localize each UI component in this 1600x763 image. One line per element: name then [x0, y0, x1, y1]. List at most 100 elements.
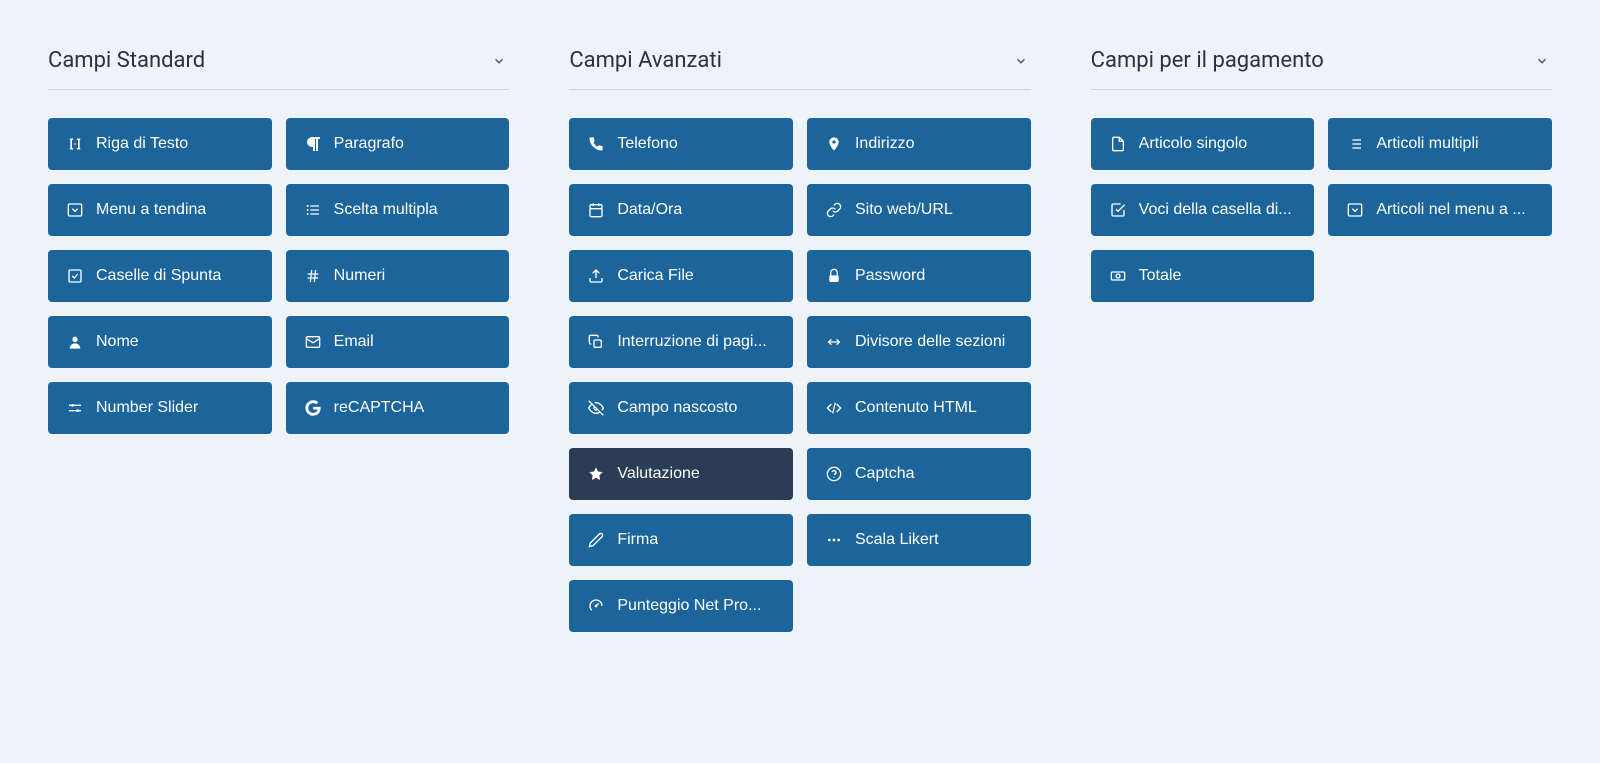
- star-icon: [587, 465, 605, 483]
- payment-fields-column: Campi per il pagamento Articolo singoloA…: [1091, 48, 1552, 632]
- rating-field[interactable]: Valutazione: [569, 448, 793, 500]
- field-button-label: Articoli multipli: [1376, 135, 1478, 153]
- checkbox-items-field[interactable]: Voci della casella di...: [1091, 184, 1315, 236]
- field-button-label: Menu a tendina: [96, 201, 206, 219]
- field-button-label: Data/Ora: [617, 201, 682, 219]
- field-button-label: Indirizzo: [855, 135, 915, 153]
- number-slider-field[interactable]: Number Slider: [48, 382, 272, 434]
- likert-field[interactable]: Scala Likert: [807, 514, 1031, 566]
- field-button-label: Scala Likert: [855, 531, 939, 549]
- password-field[interactable]: Password: [807, 250, 1031, 302]
- name-field[interactable]: Nome: [48, 316, 272, 368]
- field-button-label: Number Slider: [96, 399, 198, 417]
- nps-field[interactable]: Punteggio Net Pro...: [569, 580, 793, 632]
- field-button-label: Password: [855, 267, 925, 285]
- section-divider-field[interactable]: Divisore delle sezioni: [807, 316, 1031, 368]
- field-button-label: Contenuto HTML: [855, 399, 977, 417]
- field-button-label: Numeri: [334, 267, 386, 285]
- payment-header[interactable]: Campi per il pagamento: [1091, 48, 1552, 90]
- recaptcha-field[interactable]: reCAPTCHA: [286, 382, 510, 434]
- eye-slash-icon: [587, 399, 605, 417]
- checkbox-icon: [66, 267, 84, 285]
- field-button-label: Paragrafo: [334, 135, 404, 153]
- chevron-down-icon: [489, 51, 509, 71]
- address-field[interactable]: Indirizzo: [807, 118, 1031, 170]
- calendar-icon: [587, 201, 605, 219]
- field-button-label: Valutazione: [617, 465, 699, 483]
- advanced-fields-column: Campi Avanzati Telefono Indirizzo Data/Ora…: [569, 48, 1030, 632]
- captcha-field[interactable]: Captcha: [807, 448, 1031, 500]
- payment-title: Campi per il pagamento: [1091, 48, 1324, 73]
- field-button-label: Divisore delle sezioni: [855, 333, 1005, 351]
- upload-icon: [587, 267, 605, 285]
- dropdown-items-field[interactable]: Articoli nel menu a ...: [1328, 184, 1552, 236]
- gauge-icon: [587, 597, 605, 615]
- field-button-label: Campo nascosto: [617, 399, 737, 417]
- field-button-label: Interruzione di pagi...: [617, 333, 766, 351]
- html-content-field[interactable]: Contenuto HTML: [807, 382, 1031, 434]
- check-square-icon: [1109, 201, 1127, 219]
- field-picker-container: Campi Standard Riga di Testo Paragrafo Men…: [48, 48, 1552, 632]
- standard-title: Campi Standard: [48, 48, 205, 73]
- arrows-h-icon: [825, 333, 843, 351]
- field-button-label: Caselle di Spunta: [96, 267, 221, 285]
- signature-field[interactable]: Firma: [569, 514, 793, 566]
- payment-button-grid: Articolo singolo Articoli multipli Voci de…: [1091, 118, 1552, 302]
- field-button-label: Telefono: [617, 135, 678, 153]
- user-icon: [66, 333, 84, 351]
- link-icon: [825, 201, 843, 219]
- field-button-label: Punteggio Net Pro...: [617, 597, 761, 615]
- field-button-label: Scelta multipla: [334, 201, 438, 219]
- standard-header[interactable]: Campi Standard: [48, 48, 509, 90]
- date-time-field[interactable]: Data/Ora: [569, 184, 793, 236]
- chevron-down-icon: [1011, 51, 1031, 71]
- dropdown-square-icon: [1346, 201, 1364, 219]
- copy-icon: [587, 333, 605, 351]
- question-icon: [825, 465, 843, 483]
- field-button-label: Captcha: [855, 465, 915, 483]
- field-button-label: Carica File: [617, 267, 693, 285]
- envelope-icon: [304, 333, 322, 351]
- paragraph-field[interactable]: Paragrafo: [286, 118, 510, 170]
- ellipsis-icon: [825, 531, 843, 549]
- checkbox-field[interactable]: Caselle di Spunta: [48, 250, 272, 302]
- field-button-label: Voci della casella di...: [1139, 201, 1292, 219]
- hidden-field[interactable]: Campo nascosto: [569, 382, 793, 434]
- advanced-button-grid: Telefono Indirizzo Data/Ora Sito web/URL Car…: [569, 118, 1030, 632]
- dropdown-icon: [66, 201, 84, 219]
- field-button-label: Totale: [1139, 267, 1182, 285]
- paragraph-icon: [304, 135, 322, 153]
- field-button-label: Email: [334, 333, 374, 351]
- field-button-label: Articolo singolo: [1139, 135, 1248, 153]
- url-field[interactable]: Sito web/URL: [807, 184, 1031, 236]
- pencil-icon: [587, 531, 605, 549]
- numbers-field[interactable]: Numeri: [286, 250, 510, 302]
- single-item-field[interactable]: Articolo singolo: [1091, 118, 1315, 170]
- standard-fields-column: Campi Standard Riga di Testo Paragrafo Men…: [48, 48, 509, 632]
- field-button-label: Riga di Testo: [96, 135, 188, 153]
- list-icon: [304, 201, 322, 219]
- phone-field[interactable]: Telefono: [569, 118, 793, 170]
- multiple-choice-field[interactable]: Scelta multipla: [286, 184, 510, 236]
- text-cursor-icon: [66, 135, 84, 153]
- advanced-title: Campi Avanzati: [569, 48, 722, 73]
- total-field[interactable]: Totale: [1091, 250, 1315, 302]
- advanced-header[interactable]: Campi Avanzati: [569, 48, 1030, 90]
- field-button-label: reCAPTCHA: [334, 399, 425, 417]
- lock-icon: [825, 267, 843, 285]
- standard-button-grid: Riga di Testo Paragrafo Menu a tendina Scel…: [48, 118, 509, 434]
- text-line-field[interactable]: Riga di Testo: [48, 118, 272, 170]
- sliders-icon: [66, 399, 84, 417]
- chevron-down-icon: [1532, 51, 1552, 71]
- google-icon: [304, 399, 322, 417]
- money-icon: [1109, 267, 1127, 285]
- file-icon: [1109, 135, 1127, 153]
- list-ul-icon: [1346, 135, 1364, 153]
- hash-icon: [304, 267, 322, 285]
- email-field[interactable]: Email: [286, 316, 510, 368]
- dropdown-field[interactable]: Menu a tendina: [48, 184, 272, 236]
- page-break-field[interactable]: Interruzione di pagi...: [569, 316, 793, 368]
- field-button-label: Sito web/URL: [855, 201, 953, 219]
- file-upload-field[interactable]: Carica File: [569, 250, 793, 302]
- multiple-items-field[interactable]: Articoli multipli: [1328, 118, 1552, 170]
